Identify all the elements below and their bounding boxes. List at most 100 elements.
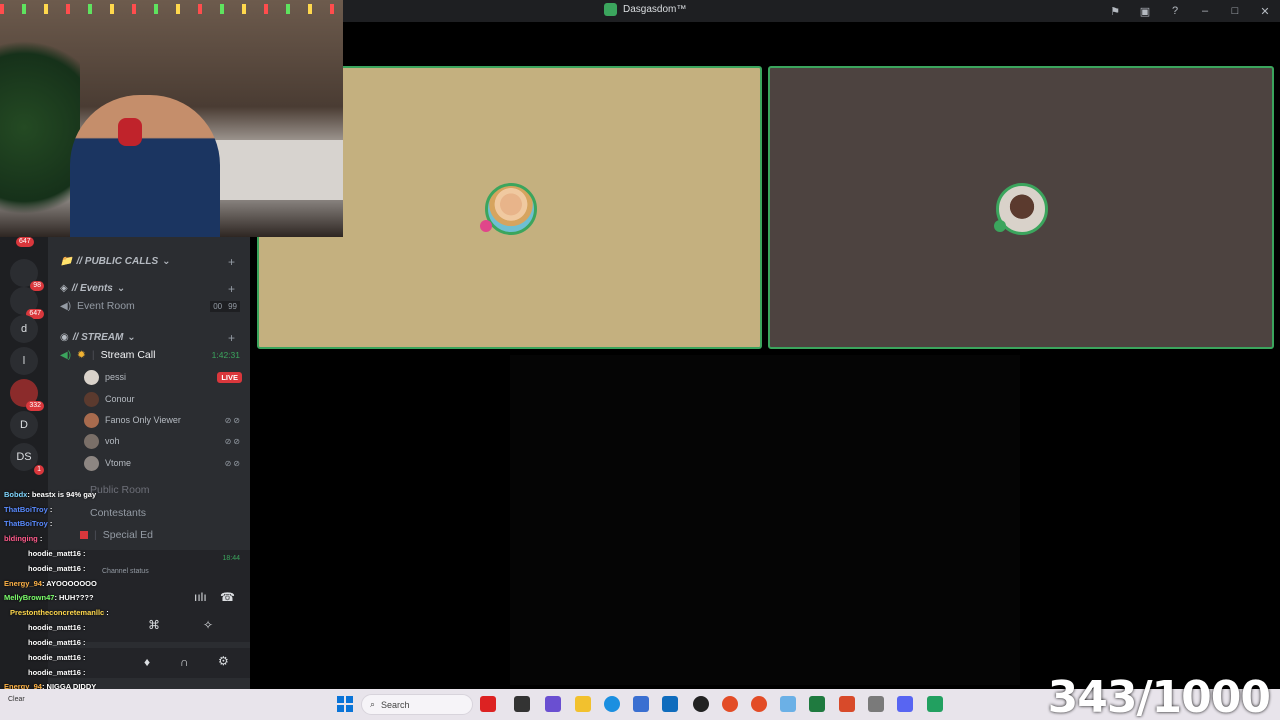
app-icon[interactable] [927,696,943,712]
participant-avatar-1 [485,183,537,235]
chat-message: hoodie_matt16 : [28,623,86,632]
streamer [70,95,220,237]
chat-user: hoodie_matt16 [28,623,81,632]
screen-icon[interactable]: ▣ [1130,0,1160,22]
inbox-icon[interactable]: ⚑ [1100,0,1130,22]
category-public-calls[interactable]: 📁 // PUBLIC CALLS ⌄ + [60,255,235,269]
chat-user: bldinging [4,534,38,543]
category-stream[interactable]: ◉ // STREAM ⌄ + [60,331,235,345]
close-icon[interactable]: ✕ [1250,0,1280,22]
chrome-icon[interactable] [751,696,767,712]
chrome-icon[interactable] [722,696,738,712]
outlook-icon[interactable] [662,696,678,712]
category-label: // STREAM [72,332,124,343]
chat-message: Prestontheconcretemanllc : [10,608,109,617]
help-icon[interactable]: ? [1160,0,1190,22]
app-icon[interactable] [633,696,649,712]
string-lights [0,4,343,14]
file-explorer-icon[interactable] [575,696,591,712]
server-item-5[interactable]: 332 [10,379,44,411]
voice-member[interactable]: pessi LIVE [84,368,242,386]
member-name: pessi [105,372,127,382]
muted-deafened-icon: ⊘⊘ [224,458,242,468]
app-icon[interactable] [809,696,825,712]
app-icon[interactable] [839,696,855,712]
chat-message: bldinging : [4,534,42,543]
chat-user: Bobdx [4,490,28,499]
task-view-icon[interactable] [514,696,530,712]
minimize-icon[interactable]: – [1190,0,1220,22]
app-icon[interactable] [780,696,796,712]
notification-clear[interactable]: Clear [8,696,25,703]
chat-text: : [80,564,86,573]
server-item-d[interactable]: d [10,315,38,343]
search-placeholder: Search [381,699,410,710]
chat-message: Energy_94: AYOOOOOOO [4,579,97,588]
voice-member[interactable]: Vtome ⊘⊘ [84,454,242,472]
search-icon: ⌕ [370,699,376,709]
app-icon[interactable] [480,696,496,712]
discord-icon[interactable] [897,696,913,712]
edge-icon[interactable] [604,696,620,712]
folder-icon: 📁 [60,256,73,267]
server-item-l[interactable]: l [10,347,38,375]
server-badge-5: 332 [26,401,44,411]
app-icon[interactable] [545,696,561,712]
chat-text: : [80,623,86,632]
christmas-tree [0,18,80,237]
add-channel-icon[interactable]: + [228,282,235,296]
category-events[interactable]: ◈ // Events ⌄ + [60,282,235,296]
server-icon [604,3,617,16]
chat-message: Bobdx: beastx is 94% gay [4,490,96,499]
category-label: // Events [71,283,113,294]
chevron-down-icon: ⌄ [127,332,136,343]
windows-start-icon[interactable] [337,696,353,712]
user-limit-count: 99 [225,300,240,312]
chat-text: : [37,534,43,543]
chat-message: MellyBrown47: HUH???? [4,593,94,602]
video-tile-2[interactable] [768,66,1274,349]
channel-event-room[interactable]: ◀) Event Room 00 99 [60,297,240,315]
maximize-icon[interactable]: □ [1220,0,1250,22]
settings-icon[interactable] [868,696,884,712]
chat-user: hoodie_matt16 [28,549,81,558]
chat-text: : [80,653,86,662]
headset [118,118,142,146]
chat-text: : [80,668,86,677]
taskbar-search[interactable]: ⌕ Search [361,694,473,715]
server-label-l: l [22,355,26,367]
chat-user: hoodie_matt16 [28,668,81,677]
avatar-decoration-2 [994,220,1006,232]
channel-name: Event Room [77,300,135,312]
voice-member[interactable]: Conour [84,390,242,408]
chat-message: hoodie_matt16 : [28,668,86,677]
voice-member[interactable]: voh ⊘⊘ [84,432,242,450]
user-count: 00 [210,300,226,312]
add-channel-icon[interactable]: + [228,255,235,269]
chat-message: ThatBoiTroy : [4,519,52,528]
server-item-1[interactable]: 98 [10,259,44,291]
add-channel-icon[interactable]: + [228,331,235,345]
sun-icon: ✹ [77,349,86,361]
window-title: Dasgasdom™ [604,3,686,16]
chat-text: : [47,505,53,514]
stage-background [510,355,1020,685]
voice-member[interactable]: Fanos Only Viewer ⊘⊘ [84,411,242,429]
server-badge-DS: 1 [34,465,44,475]
avatar-decoration-1 [480,220,492,232]
chat-user: Energy_94 [4,579,42,588]
chevron-down-icon: ⌄ [116,283,126,294]
server-item-D[interactable]: D [10,411,38,439]
server-item-DS[interactable]: DS 1 [10,443,44,475]
avatar [84,412,99,428]
channel-stream-call[interactable]: ◀) ✹ | Stream Call 1:42:31 [60,346,240,364]
chat-user: MellyBrown47 [4,593,55,602]
chat-text: : beastx is 94% gay [27,490,97,499]
title-bar-controls: ⚑ ▣ ? – □ ✕ [1100,0,1280,22]
server-item-2[interactable]: 647 [10,287,44,319]
streamer-webcam [0,0,343,237]
chat-user: Prestontheconcretemanllc [10,608,105,617]
speaker-icon: ◀) [60,349,72,361]
member-name: Fanos Only Viewer [105,415,181,425]
app-icon[interactable] [693,696,709,712]
